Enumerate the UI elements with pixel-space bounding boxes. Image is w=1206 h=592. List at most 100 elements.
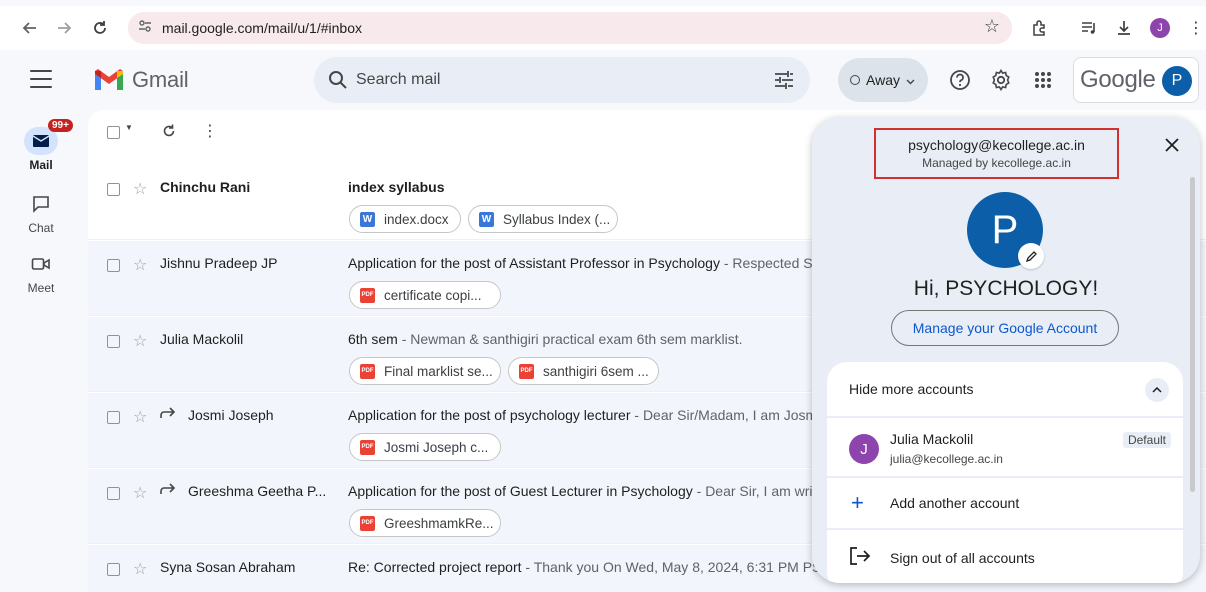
pdf-icon: PDF <box>360 287 375 303</box>
plus-icon: + <box>851 490 864 515</box>
email-subject: Application for the post of psychology l… <box>348 407 631 423</box>
google-account-button[interactable]: Google P <box>1073 57 1199 103</box>
browser-profile-button[interactable]: J <box>1150 6 1170 50</box>
row-checkbox[interactable] <box>107 487 120 500</box>
email-snippet: - Thank you On Wed, May 8, 2024, 6:31 PM… <box>525 559 818 575</box>
sign-out-button[interactable]: Sign out of all accounts <box>827 530 1183 583</box>
other-account-email: julia@kecollege.ac.in <box>890 452 1003 466</box>
default-badge: Default <box>1122 432 1171 448</box>
pdf-icon: PDF <box>360 363 375 379</box>
row-checkbox[interactable] <box>107 335 120 348</box>
rail-mail[interactable]: 99+ Mail <box>14 119 73 172</box>
row-checkbox[interactable] <box>107 563 120 576</box>
gmail-logo[interactable]: Gmail <box>94 67 189 93</box>
email-subject-line: Application for the post of Assistant Pr… <box>348 255 818 271</box>
row-checkbox[interactable] <box>107 259 120 272</box>
browser-toolbar: mail.google.com/mail/u/1/#inbox ☆ J ⋮ <box>0 6 1206 50</box>
browser-menu-icon[interactable]: ⋮ <box>1188 6 1204 50</box>
hide-more-label: Hide more accounts <box>849 381 974 397</box>
apps-grid-icon[interactable] <box>1031 68 1055 92</box>
chevron-down-icon <box>906 72 915 88</box>
unread-badge: 99+ <box>48 119 73 132</box>
attachment-name: Final marklist se... <box>384 363 493 379</box>
hide-more-accounts-toggle[interactable]: Hide more accounts <box>827 362 1183 418</box>
email-sender: Jishnu Pradeep JP <box>160 255 278 271</box>
pdf-icon: PDF <box>360 439 375 455</box>
star-icon[interactable]: ☆ <box>133 179 147 199</box>
forward-icon[interactable] <box>50 14 78 42</box>
email-subject: index syllabus <box>348 179 445 195</box>
other-account-row[interactable]: J Julia Mackolil julia@kecollege.ac.in D… <box>827 418 1183 478</box>
address-bar[interactable]: mail.google.com/mail/u/1/#inbox ☆ <box>128 12 1012 44</box>
star-icon[interactable]: ☆ <box>133 483 147 503</box>
away-status-icon <box>850 75 860 85</box>
main-menu-icon[interactable] <box>30 70 52 88</box>
reload-icon[interactable] <box>86 14 114 42</box>
email-sender: Greeshma Geetha P... <box>188 483 327 499</box>
search-icon[interactable] <box>328 70 348 95</box>
search-options-icon[interactable] <box>774 71 794 94</box>
reading-list-icon[interactable] <box>1080 6 1098 50</box>
help-icon[interactable] <box>948 68 972 92</box>
pdf-icon: PDF <box>360 515 375 531</box>
attachment-chip[interactable]: PDF Josmi Joseph c... <box>349 433 501 461</box>
popup-scrollbar[interactable] <box>1190 177 1195 492</box>
attachment-chip[interactable]: PDF Final marklist se... <box>349 357 501 385</box>
edit-pencil-icon[interactable] <box>1018 243 1044 269</box>
status-button[interactable]: Away <box>838 58 928 102</box>
attachment-chip[interactable]: W index.docx <box>349 205 461 233</box>
more-options-icon[interactable]: ⋮ <box>202 121 218 141</box>
email-subject: 6th sem <box>348 331 398 347</box>
back-icon[interactable] <box>16 14 44 42</box>
email-sender: Julia Mackolil <box>160 331 244 347</box>
sign-out-label: Sign out of all accounts <box>890 550 1035 566</box>
attachment-chip[interactable]: PDF GreeshmamkRe... <box>349 509 501 537</box>
account-popup: psychology@kecollege.ac.in Managed by ke… <box>812 117 1200 583</box>
add-account-button[interactable]: + Add another account <box>827 478 1183 530</box>
email-subject-line: Application for the post of Guest Lectur… <box>348 483 818 499</box>
email-sender: Chinchu Rani <box>160 179 251 195</box>
email-subject-line: 6th sem - Newman & santhigiri practical … <box>348 331 818 347</box>
close-icon[interactable] <box>1160 133 1184 157</box>
email-subject-line: Application for the post of psychology l… <box>348 407 818 423</box>
gmail-wordmark: Gmail <box>132 67 189 92</box>
settings-gear-icon[interactable] <box>989 68 1013 92</box>
gmail-m-icon <box>94 68 124 92</box>
star-icon[interactable]: ☆ <box>133 331 147 351</box>
rail-meet[interactable]: Meet <box>14 250 68 295</box>
other-account-avatar: J <box>849 434 879 464</box>
forwarded-icon <box>160 406 176 423</box>
search-bar[interactable]: Search mail <box>314 57 810 103</box>
attachment-name: Josmi Joseph c... <box>384 439 489 455</box>
star-icon[interactable]: ☆ <box>133 407 147 427</box>
chat-icon <box>24 190 58 218</box>
star-icon[interactable]: ☆ <box>133 255 147 275</box>
chevron-up-icon[interactable] <box>1145 378 1169 402</box>
greeting-text: Hi, PSYCHOLOGY! <box>913 277 1099 300</box>
account-email: psychology@kecollege.ac.in <box>908 137 1085 153</box>
star-icon[interactable]: ☆ <box>133 559 147 579</box>
download-icon[interactable] <box>1115 6 1133 50</box>
bookmark-star-icon[interactable]: ☆ <box>984 16 1000 37</box>
email-snippet: - Newman & santhigiri practical exam 6th… <box>397 331 743 347</box>
row-checkbox[interactable] <box>107 411 120 424</box>
attachment-chip[interactable]: PDF santhigiri 6sem ... <box>508 357 659 385</box>
refresh-icon[interactable] <box>162 124 176 143</box>
extensions-icon[interactable] <box>1030 6 1048 50</box>
manage-account-button[interactable]: Manage your Google Account <box>891 310 1119 346</box>
browser-profile-avatar: J <box>1150 18 1170 38</box>
email-subject: Application for the post of Guest Lectur… <box>348 483 693 499</box>
select-dropdown-icon[interactable]: ▼ <box>125 123 133 132</box>
email-subject: Application for the post of Assistant Pr… <box>348 255 720 271</box>
site-settings-icon[interactable] <box>138 19 152 36</box>
select-all-checkbox[interactable] <box>107 126 120 139</box>
url-text: mail.google.com/mail/u/1/#inbox <box>162 20 362 36</box>
rail-chat[interactable]: Chat <box>14 190 68 235</box>
email-subject: Re: Corrected project report <box>348 559 522 575</box>
account-avatar: P <box>1162 66 1192 96</box>
attachment-name: certificate copi... <box>384 287 482 303</box>
attachment-chip[interactable]: W Syllabus Index (... <box>468 205 618 233</box>
attachment-chip[interactable]: PDF certificate copi... <box>349 281 501 309</box>
row-checkbox[interactable] <box>107 183 120 196</box>
attachment-name: index.docx <box>384 211 449 227</box>
